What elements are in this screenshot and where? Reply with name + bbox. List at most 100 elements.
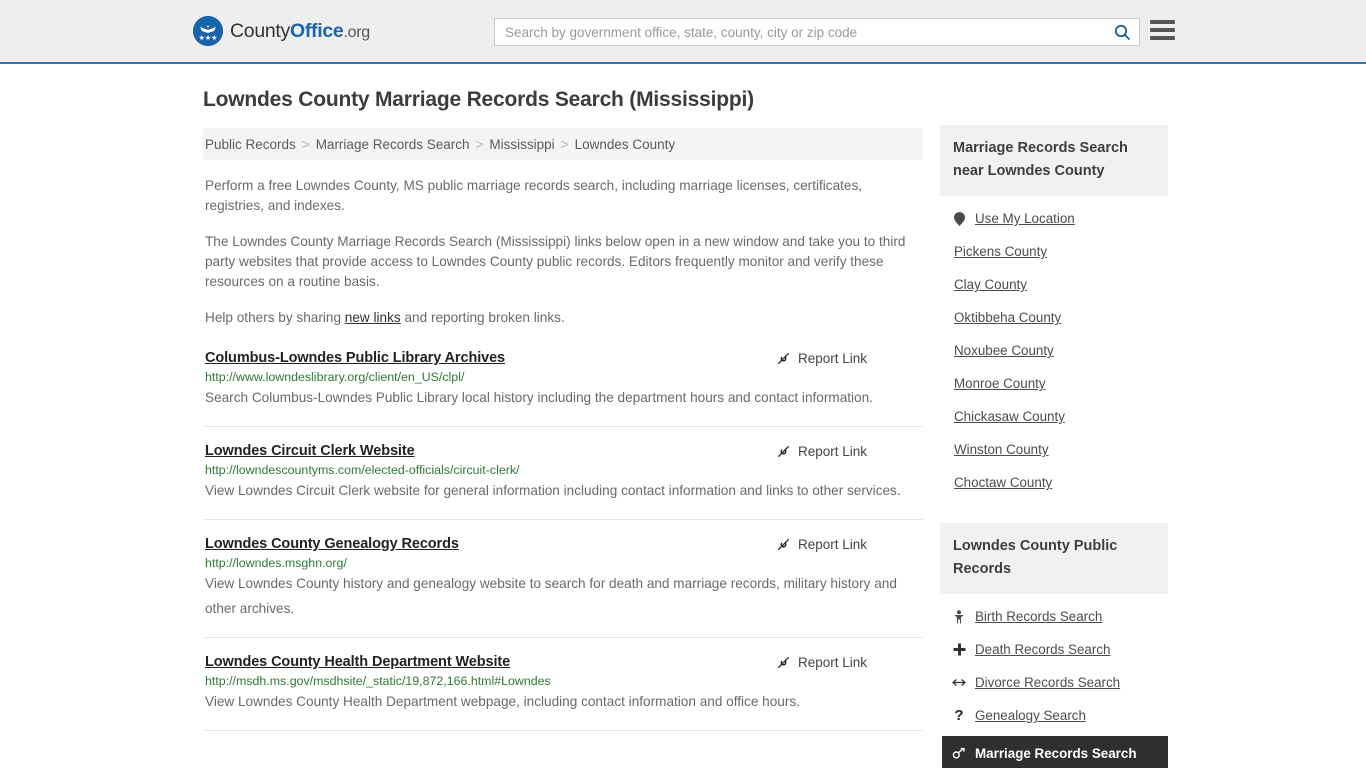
hamburger-bar [1150,20,1175,24]
left-right-arrow-icon [952,677,966,688]
result-list: Columbus-Lowndes Public Library Archives… [203,350,923,731]
nearby-counties-card: Marriage Records Search near Lowndes Cou… [940,125,1168,499]
eagle-stars-icon: ★★★ [193,16,223,46]
intro-text: Perform a free Lowndes County, MS public… [203,176,923,328]
result-header: Lowndes Circuit Clerk Website Report Lin… [205,443,923,459]
breadcrumb-item-lowndes-county: Lowndes County [574,136,676,152]
county-link-row[interactable]: Monroe County [942,367,1168,400]
county-link-row[interactable]: Oktibbeha County [942,301,1168,334]
county-link-chickasaw[interactable]: Chickasaw County [954,409,1065,424]
public-record-row-genealogy[interactable]: ? Genealogy Search [942,699,1168,732]
death-records-search-link[interactable]: Death Records Search [975,642,1110,657]
public-record-row-divorce[interactable]: Divorce Records Search [942,666,1168,699]
cross-icon [952,643,966,656]
result-title-link[interactable]: Columbus-Lowndes Public Library Archives [205,350,505,366]
logo-text: CountyOffice.org [230,20,370,43]
breadcrumb-item-marriage-records-search[interactable]: Marriage Records Search [316,137,470,152]
report-link-label: Report Link [797,444,867,459]
public-record-row-marriage[interactable]: Marriage Records Search [942,736,1168,768]
use-my-location-row[interactable]: Use My Location [942,202,1168,235]
hamburger-bar [1150,28,1175,32]
nearby-counties-list: Use My Location Pickens County Clay Coun… [940,196,1168,499]
result-title-link[interactable]: Lowndes County Genealogy Records [205,536,459,552]
result-description: View Lowndes County history and genealog… [205,576,897,616]
result-item: Columbus-Lowndes Public Library Archives… [203,350,923,427]
report-link-label: Report Link [797,655,867,670]
result-item: Lowndes Circuit Clerk Website Report Lin… [203,443,923,520]
result-description: Search Columbus-Lowndes Public Library l… [205,390,873,405]
result-item: Lowndes County Health Department Website… [203,654,923,731]
report-link-label: Report Link [797,351,867,366]
county-link-winston[interactable]: Winston County [954,442,1049,457]
result-url: http://lowndes.msghn.org/ [205,556,347,570]
result-url: http://msdh.ms.gov/msdhsite/_static/19,8… [205,674,551,688]
intro-paragraph-3: Help others by sharing new links and rep… [205,308,917,328]
county-link-clay[interactable]: Clay County [954,277,1027,292]
public-records-card: Lowndes County Public Records Birth Reco… [940,523,1168,768]
report-link-label: Report Link [797,537,867,552]
venus-mars-icon [952,747,966,760]
breadcrumb-separator: > [560,136,569,152]
logo-text-part2: Office [290,19,344,42]
new-links-link[interactable]: new links [345,310,401,325]
marriage-records-search-link[interactable]: Marriage Records Search [975,746,1137,761]
page-title: Lowndes County Marriage Records Search (… [203,88,754,111]
result-header: Lowndes County Health Department Website… [205,654,923,670]
result-description: View Lowndes County Health Department we… [205,694,800,709]
broken-link-icon [777,656,790,669]
county-link-oktibbeha[interactable]: Oktibbeha County [954,310,1061,325]
report-link-button[interactable]: Report Link [776,444,867,459]
main-content: Public Records > Marriage Records Search… [203,128,923,747]
site-header: ★★★ CountyOffice.org [0,0,1366,64]
county-link-row[interactable]: Pickens County [942,235,1168,268]
hamburger-menu-icon[interactable] [1150,20,1175,40]
breadcrumb: Public Records > Marriage Records Search… [203,128,923,160]
intro-paragraph-2: The Lowndes County Marriage Records Sear… [205,234,906,289]
search-button[interactable] [1105,19,1139,45]
use-my-location-link[interactable]: Use My Location [975,211,1075,226]
result-title-link[interactable]: Lowndes Circuit Clerk Website [205,443,415,459]
county-link-row[interactable]: Noxubee County [942,334,1168,367]
site-logo[interactable]: ★★★ CountyOffice.org [193,16,370,46]
county-link-row[interactable]: Clay County [942,268,1168,301]
report-link-button[interactable]: Report Link [776,351,867,366]
breadcrumb-item-mississippi[interactable]: Mississippi [489,137,554,152]
county-link-row[interactable]: Choctaw County [942,466,1168,499]
breadcrumb-separator: > [475,136,484,152]
map-pin-icon [952,211,966,226]
divorce-records-search-link[interactable]: Divorce Records Search [975,675,1120,690]
county-link-pickens[interactable]: Pickens County [954,244,1047,259]
logo-text-part3: .org [343,23,370,41]
hamburger-bar [1150,36,1175,40]
county-link-row[interactable]: Winston County [942,433,1168,466]
public-records-heading: Lowndes County Public Records [940,523,1168,594]
county-link-choctaw[interactable]: Choctaw County [954,475,1052,490]
report-link-button[interactable]: Report Link [776,655,867,670]
result-title-link[interactable]: Lowndes County Health Department Website [205,654,510,670]
search-input[interactable] [495,19,1105,45]
public-record-row-death[interactable]: Death Records Search [942,633,1168,666]
intro-p3-before: Help others by sharing [205,310,345,325]
result-description: View Lowndes Circuit Clerk website for g… [205,483,901,498]
result-header: Columbus-Lowndes Public Library Archives… [205,350,923,366]
svg-text:★★★: ★★★ [199,34,218,42]
county-link-row[interactable]: Chickasaw County [942,400,1168,433]
genealogy-search-link[interactable]: Genealogy Search [975,708,1086,723]
broken-link-icon [777,445,790,458]
intro-p3-after: and reporting broken links. [400,310,565,325]
search-icon [1114,24,1130,40]
county-link-noxubee[interactable]: Noxubee County [954,343,1054,358]
result-item: Lowndes County Genealogy Records Report … [203,536,923,638]
logo-text-part1: County [230,19,290,42]
question-mark-icon: ? [954,707,964,724]
baby-icon [952,609,966,624]
broken-link-icon [777,352,790,365]
county-link-monroe[interactable]: Monroe County [954,376,1046,391]
report-link-button[interactable]: Report Link [776,537,867,552]
public-records-list: Birth Records Search Death Records Searc… [940,594,1168,768]
birth-records-search-link[interactable]: Birth Records Search [975,609,1102,624]
public-record-row-birth[interactable]: Birth Records Search [942,600,1168,633]
breadcrumb-item-public-records[interactable]: Public Records [205,137,296,152]
result-url: http://lowndescountyms.com/elected-offic… [205,463,520,477]
